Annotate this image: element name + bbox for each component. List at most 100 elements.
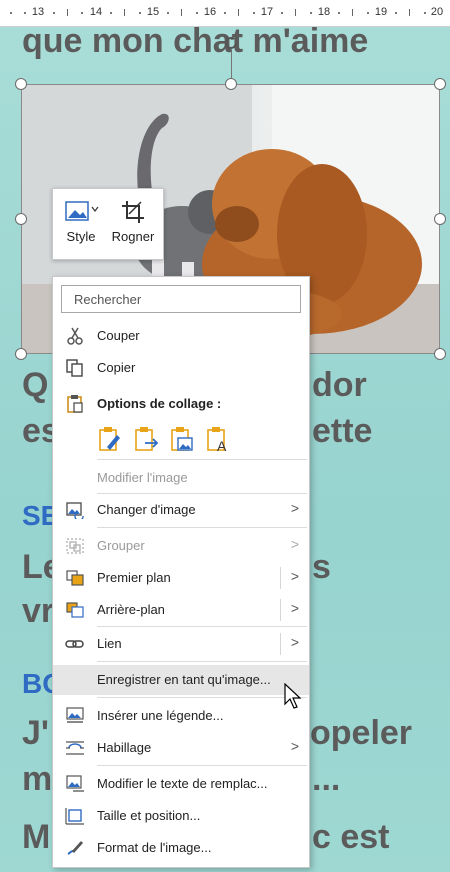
wrap-text-icon	[65, 739, 85, 757]
picture-style-icon	[65, 201, 99, 221]
chevron-right-icon[interactable]: >	[291, 568, 299, 584]
menu-item-send-to-back[interactable]: Arrière-plan >	[53, 595, 309, 625]
menu-item-wrap-text[interactable]: Habillage >	[53, 733, 309, 763]
chevron-right-icon: >	[290, 738, 299, 754]
crop-button[interactable]: Rogner	[107, 195, 159, 253]
menu-item-label: Couper	[97, 328, 140, 343]
style-button[interactable]: Style	[55, 195, 107, 253]
ruler-number: 18	[317, 6, 331, 18]
resize-handle[interactable]	[434, 213, 446, 225]
menu-item-label: Modifier l'image	[97, 470, 188, 485]
chevron-right-icon: >	[290, 500, 299, 516]
body-text-fragment: M	[22, 818, 51, 856]
menu-item-label: Modifier le texte de remplac...	[97, 776, 268, 791]
menu-search-placeholder: Rechercher	[74, 292, 142, 307]
body-text-fragment: Q	[22, 366, 49, 404]
chevron-right-icon[interactable]: >	[291, 634, 299, 650]
split-separator	[280, 633, 281, 655]
ruler-number: 19	[374, 6, 388, 18]
menu-separator	[97, 493, 307, 494]
ruler-number: 16	[203, 6, 217, 18]
menu-item-label: Premier plan	[97, 570, 171, 585]
body-text-fragment: dor	[312, 366, 367, 404]
body-text-fragment: J'	[22, 714, 49, 752]
paste-picture-icon[interactable]	[169, 425, 195, 453]
ruler-number: 14	[89, 6, 103, 18]
paste-text-only-icon[interactable]: A	[205, 425, 231, 454]
paste-keep-formatting-icon[interactable]	[97, 425, 123, 453]
svg-text:A: A	[217, 438, 227, 453]
chevron-right-icon: >	[290, 536, 299, 552]
menu-search-input[interactable]: Rechercher	[61, 285, 301, 313]
menu-item-edit-image: Modifier l'image	[53, 463, 309, 493]
crop-label: Rogner	[111, 229, 155, 244]
body-text-fragment: s	[312, 548, 331, 586]
change-picture-icon	[65, 501, 85, 522]
menu-item-label: Habillage	[97, 740, 152, 755]
bring-to-front-icon	[65, 569, 85, 587]
body-text-fragment: vr	[22, 592, 55, 630]
menu-item-link[interactable]: Lien >	[53, 629, 309, 659]
resize-handle[interactable]	[434, 348, 446, 360]
menu-item-cut[interactable]: Couper	[53, 321, 309, 351]
body-text-fragment: m	[22, 760, 53, 798]
resize-handle[interactable]	[434, 78, 446, 90]
paste-options-heading: Options de collage :	[97, 396, 222, 411]
menu-separator	[97, 765, 307, 766]
mouse-pointer-icon	[284, 682, 302, 714]
resize-handle[interactable]	[15, 348, 27, 360]
paste-merge-formatting-icon[interactable]	[133, 425, 159, 453]
menu-item-label: Arrière-plan	[97, 602, 165, 617]
clipboard-icon	[65, 395, 85, 413]
alt-text-icon	[65, 775, 85, 793]
menu-item-size-position[interactable]: Taille et position...	[53, 801, 309, 831]
style-label: Style	[66, 229, 96, 244]
scissors-icon	[65, 327, 85, 345]
menu-section-paste-options: Options de collage :	[53, 389, 309, 419]
menu-item-copy[interactable]: Copier	[53, 353, 309, 383]
menu-item-format-image[interactable]: Format de l'image...	[53, 833, 309, 863]
menu-item-alt-text[interactable]: Modifier le texte de remplac...	[53, 769, 309, 799]
resize-handle[interactable]	[225, 78, 237, 90]
ruler-number: 13	[31, 6, 45, 18]
menu-item-label: Format de l'image...	[97, 840, 212, 855]
menu-item-change-image[interactable]: Changer d'image >	[53, 495, 309, 525]
menu-separator	[97, 459, 307, 460]
resize-handle[interactable]	[15, 213, 27, 225]
ruler-number: 15	[146, 6, 160, 18]
resize-handle[interactable]	[15, 78, 27, 90]
document-heading-line: que mon chat m'aime	[22, 22, 369, 60]
insert-caption-icon	[65, 707, 85, 725]
menu-item-save-as-image[interactable]: Enregistrer en tant qu'image...	[53, 665, 309, 695]
rotate-handle-icon[interactable]	[222, 34, 240, 52]
split-separator	[280, 567, 281, 589]
copy-icon	[65, 359, 85, 377]
paste-options-row: A	[97, 425, 237, 455]
menu-separator	[97, 527, 307, 528]
menu-separator	[97, 626, 307, 627]
ruler-number: 17	[260, 6, 274, 18]
menu-item-insert-caption[interactable]: Insérer une légende...	[53, 701, 309, 731]
group-icon	[65, 537, 85, 555]
size-position-icon	[65, 807, 85, 825]
menu-item-group: Grouper >	[53, 531, 309, 561]
menu-separator	[97, 661, 307, 662]
crop-icon	[122, 201, 144, 223]
send-to-back-icon	[65, 601, 85, 619]
link-icon	[65, 635, 85, 653]
chevron-right-icon[interactable]: >	[291, 600, 299, 616]
menu-item-label: Taille et position...	[97, 808, 201, 823]
menu-item-label: Lien	[97, 636, 122, 651]
context-menu: Rechercher Couper Copier Options de coll…	[52, 276, 310, 868]
body-text-fragment: c est	[312, 818, 390, 856]
menu-item-bring-to-front[interactable]: Premier plan >	[53, 563, 309, 593]
menu-item-label: Changer d'image	[97, 502, 196, 517]
menu-item-label: Insérer une légende...	[97, 708, 224, 723]
body-text-fragment: ...	[312, 760, 341, 798]
menu-item-label: Copier	[97, 360, 136, 375]
menu-separator	[97, 697, 307, 698]
menu-item-label: Enregistrer en tant qu'image...	[97, 672, 271, 687]
ruler-number: 20	[430, 6, 444, 18]
body-text-fragment: opeler	[310, 714, 413, 752]
body-text-fragment: ette	[312, 412, 373, 450]
